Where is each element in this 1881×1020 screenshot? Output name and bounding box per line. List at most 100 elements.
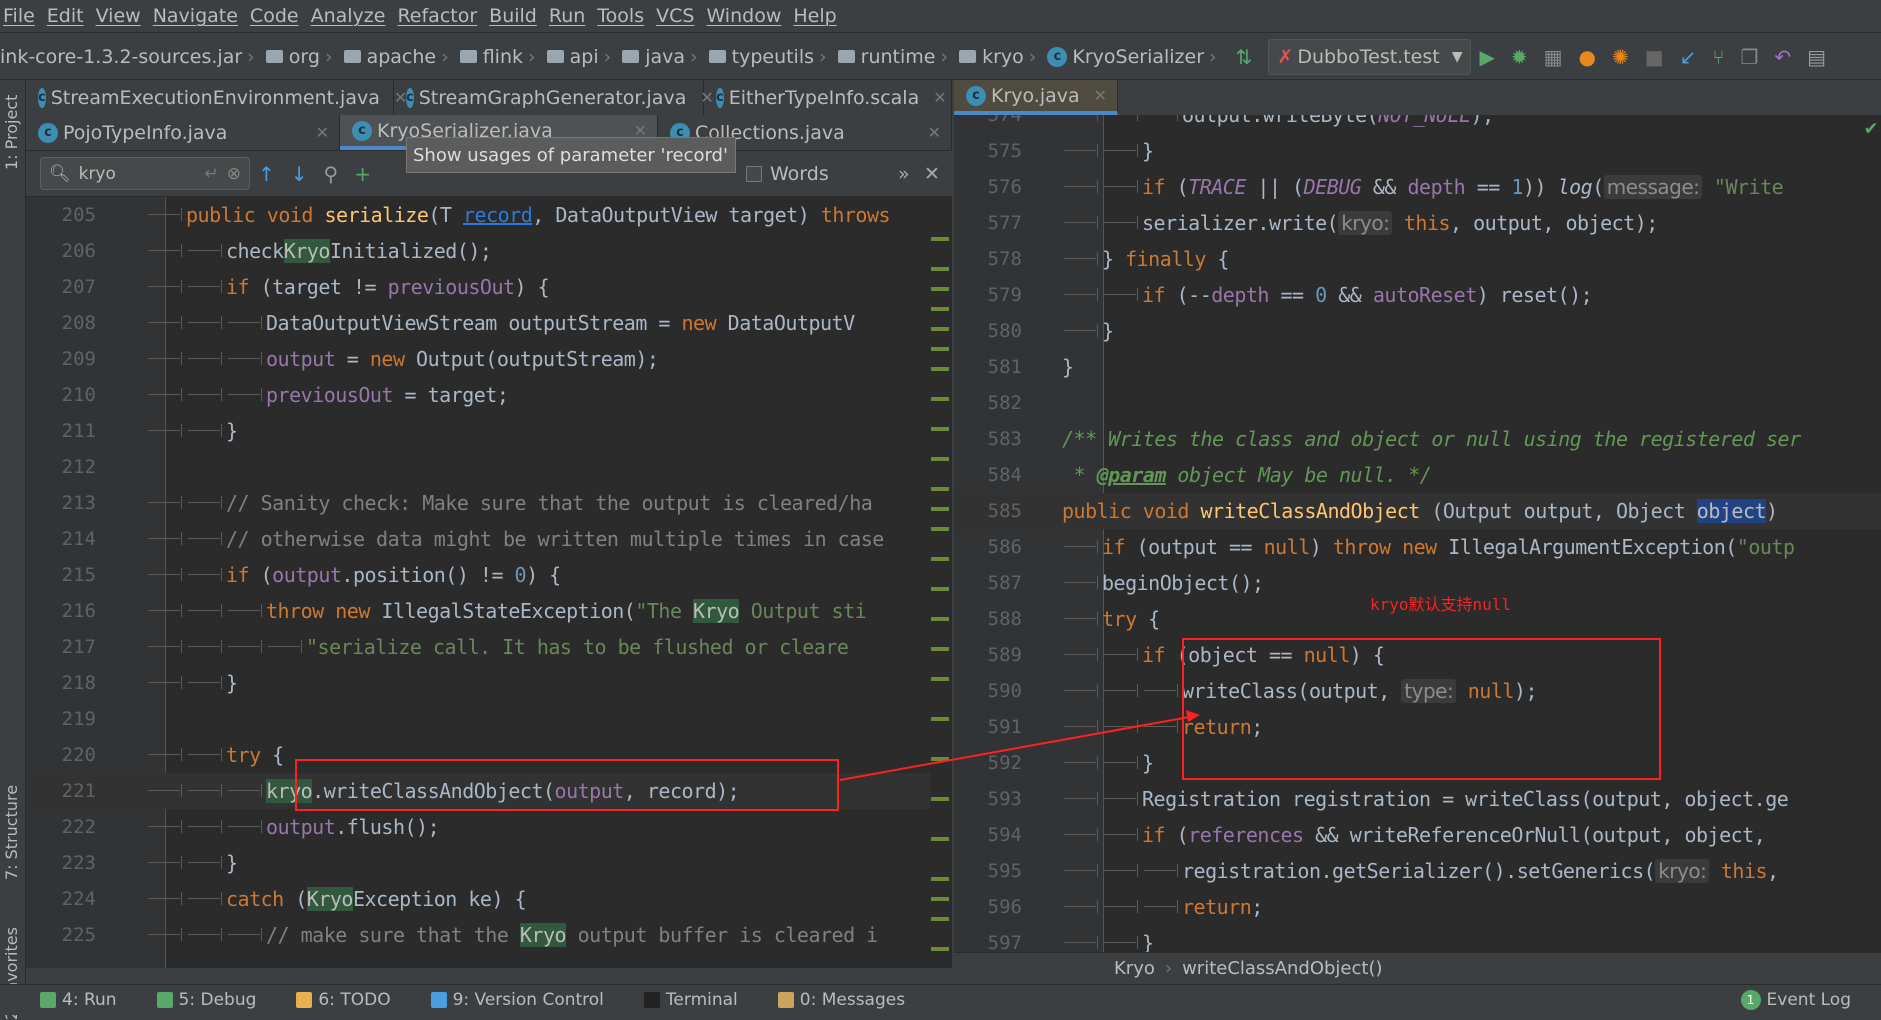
occurrence-mark[interactable] xyxy=(931,527,949,531)
next-occurrence-icon[interactable]: ↓ xyxy=(291,162,308,186)
menu-help[interactable]: Help xyxy=(790,5,839,27)
menu-run[interactable]: Run xyxy=(546,5,588,27)
editor-tab[interactable]: c StreamGraphGenerator.java ✕ xyxy=(394,80,714,115)
close-tab-icon[interactable]: ✕ xyxy=(316,123,329,142)
editor-tab[interactable]: c EitherTypeInfo.scala ✕ xyxy=(704,80,952,115)
occurrence-mark[interactable] xyxy=(931,487,949,491)
stop-icon[interactable]: ■ xyxy=(1645,45,1664,69)
occurrence-mark[interactable] xyxy=(931,307,949,311)
occurrence-mark[interactable] xyxy=(931,877,949,881)
menu-window[interactable]: Window xyxy=(703,5,784,27)
run-configuration-select[interactable]: ✗ DubboTest.test ▼ xyxy=(1268,38,1472,75)
vcs-compare-icon[interactable]: ❐ xyxy=(1740,45,1758,69)
occurrence-mark[interactable] xyxy=(931,237,949,241)
breadcrumb-class[interactable]: Kryo xyxy=(1114,958,1155,979)
clear-search-icon[interactable]: ⊗ xyxy=(227,164,241,184)
occurrence-mark[interactable] xyxy=(931,647,949,651)
occurrence-mark[interactable] xyxy=(931,947,949,951)
tab-kryo-java[interactable]: c Kryo.java ✕ xyxy=(954,80,1119,115)
breadcrumb-item[interactable]: org › xyxy=(265,46,338,68)
more-options-icon[interactable]: » xyxy=(898,163,910,185)
tool-button-versioncontrol[interactable]: 9: Version Control xyxy=(430,990,604,1010)
search-input[interactable]: 🔍︎ kryo ↵ ⊗ xyxy=(40,157,250,190)
occurrence-mark[interactable] xyxy=(931,267,949,271)
breadcrumb-method[interactable]: writeClassAndObject() xyxy=(1182,958,1382,979)
breadcrumb-item[interactable]: typeutils › xyxy=(708,46,832,68)
tool-button-debug[interactable]: 5: Debug xyxy=(156,990,256,1010)
code-line: 213 // Sanity check: Make sure that the o… xyxy=(26,485,952,521)
words-checkbox[interactable]: Words xyxy=(746,163,829,185)
menu-refactor[interactable]: Refactor xyxy=(394,5,480,27)
debug-icon[interactable]: ✹ xyxy=(1511,45,1528,69)
occurrence-mark[interactable] xyxy=(931,457,949,461)
occurrence-mark[interactable] xyxy=(931,427,949,431)
close-tab-icon[interactable]: ✕ xyxy=(928,123,941,142)
occurrence-mark[interactable] xyxy=(931,397,949,401)
add-selection-icon[interactable]: + xyxy=(354,162,371,186)
menu-vcs[interactable]: VCS xyxy=(653,5,697,27)
previous-occurrence-icon[interactable]: ↑ xyxy=(258,162,275,186)
code-token: if xyxy=(1142,643,1177,667)
tool-button-run[interactable]: 4: Run xyxy=(40,990,117,1010)
left-code-editor[interactable]: 205 public void serialize (T record, DataO… xyxy=(26,197,952,968)
occurrence-mark[interactable] xyxy=(931,837,949,841)
project-structure-icon[interactable]: ▤ xyxy=(1807,45,1826,69)
close-find-icon[interactable]: ✕ xyxy=(924,163,940,185)
breadcrumb-item[interactable]: ink-core-1.3.2-sources.jar › xyxy=(0,46,260,68)
tool-button-messages[interactable]: 0: Messages xyxy=(777,990,905,1010)
occurrence-mark[interactable] xyxy=(931,347,949,351)
breadcrumb-item[interactable]: runtime › xyxy=(837,46,953,68)
editor-tab[interactable]: c PojoTypeInfo.java ✕ xyxy=(26,115,340,150)
occurrence-mark[interactable] xyxy=(931,677,949,681)
menu-file[interactable]: File xyxy=(0,5,38,27)
menu-navigate[interactable]: Navigate xyxy=(150,5,241,27)
menu-analyze[interactable]: Analyze xyxy=(308,5,389,27)
error-stripe[interactable] xyxy=(930,197,952,968)
breadcrumb-item[interactable]: kryo › xyxy=(959,46,1041,68)
find-all-icon[interactable]: ⚲ xyxy=(324,162,339,186)
occurrence-mark[interactable] xyxy=(931,367,949,371)
right-code-editor[interactable]: 574 output.writeByte(NOT_NULL); 575} 576 if … xyxy=(954,115,1881,952)
occurrence-mark[interactable] xyxy=(931,717,949,721)
tool-button-terminal[interactable]: Terminal xyxy=(643,990,738,1010)
menu-code[interactable]: Code xyxy=(247,5,302,27)
tool-button-todo[interactable]: 6: TODO xyxy=(296,990,391,1010)
words-checkbox-box[interactable] xyxy=(746,165,762,182)
occurrence-mark[interactable] xyxy=(931,757,949,761)
breadcrumb-item[interactable]: api › xyxy=(546,46,617,68)
breadcrumb-item[interactable]: apache › xyxy=(343,46,454,68)
code-token: == xyxy=(1268,283,1316,307)
run-icon[interactable]: ▶ xyxy=(1479,45,1494,69)
occurrence-mark[interactable] xyxy=(931,507,949,511)
breadcrumb-item[interactable]: c KryoSerializer › xyxy=(1047,46,1221,68)
coverage-icon[interactable]: ▦ xyxy=(1544,45,1563,69)
close-tab-icon[interactable]: ✕ xyxy=(933,88,946,107)
sort-icon[interactable]: ⇅ xyxy=(1236,45,1253,69)
profile-icon[interactable]: ● xyxy=(1579,45,1596,69)
class-icon: c xyxy=(38,87,46,108)
editor-tab[interactable]: c StreamExecutionEnvironment.java ✕ xyxy=(26,80,407,115)
structure-tool-button[interactable]: 7: Structure xyxy=(2,785,21,880)
menu-build[interactable]: Build xyxy=(486,5,540,27)
revert-icon[interactable]: ↶ xyxy=(1774,45,1791,69)
breadcrumb-item[interactable]: java › xyxy=(622,46,702,68)
vcs-update-icon[interactable]: ↙ xyxy=(1680,45,1697,69)
project-tool-button[interactable]: 1: Project xyxy=(2,95,21,170)
occurrence-mark[interactable] xyxy=(931,617,949,621)
attach-icon[interactable]: ✺ xyxy=(1612,45,1629,69)
occurrence-mark[interactable] xyxy=(931,797,949,801)
occurrence-mark[interactable] xyxy=(931,917,949,921)
occurrence-mark[interactable] xyxy=(931,897,949,901)
occurrence-mark[interactable] xyxy=(931,587,949,591)
menu-edit[interactable]: Edit xyxy=(44,5,87,27)
close-tab-icon[interactable]: ✕ xyxy=(1094,86,1107,105)
occurrence-mark[interactable] xyxy=(931,327,949,331)
line-number: 580 xyxy=(987,320,1022,342)
event-log-button[interactable]: 1 Event Log xyxy=(1740,984,1851,1015)
menu-tools[interactable]: Tools xyxy=(594,5,647,27)
occurrence-mark[interactable] xyxy=(931,287,949,291)
vcs-commit-icon[interactable]: ⑂ xyxy=(1712,45,1724,69)
menu-view[interactable]: View xyxy=(93,5,144,27)
occurrence-mark[interactable] xyxy=(931,557,949,561)
breadcrumb-item[interactable]: flink › xyxy=(459,46,541,68)
